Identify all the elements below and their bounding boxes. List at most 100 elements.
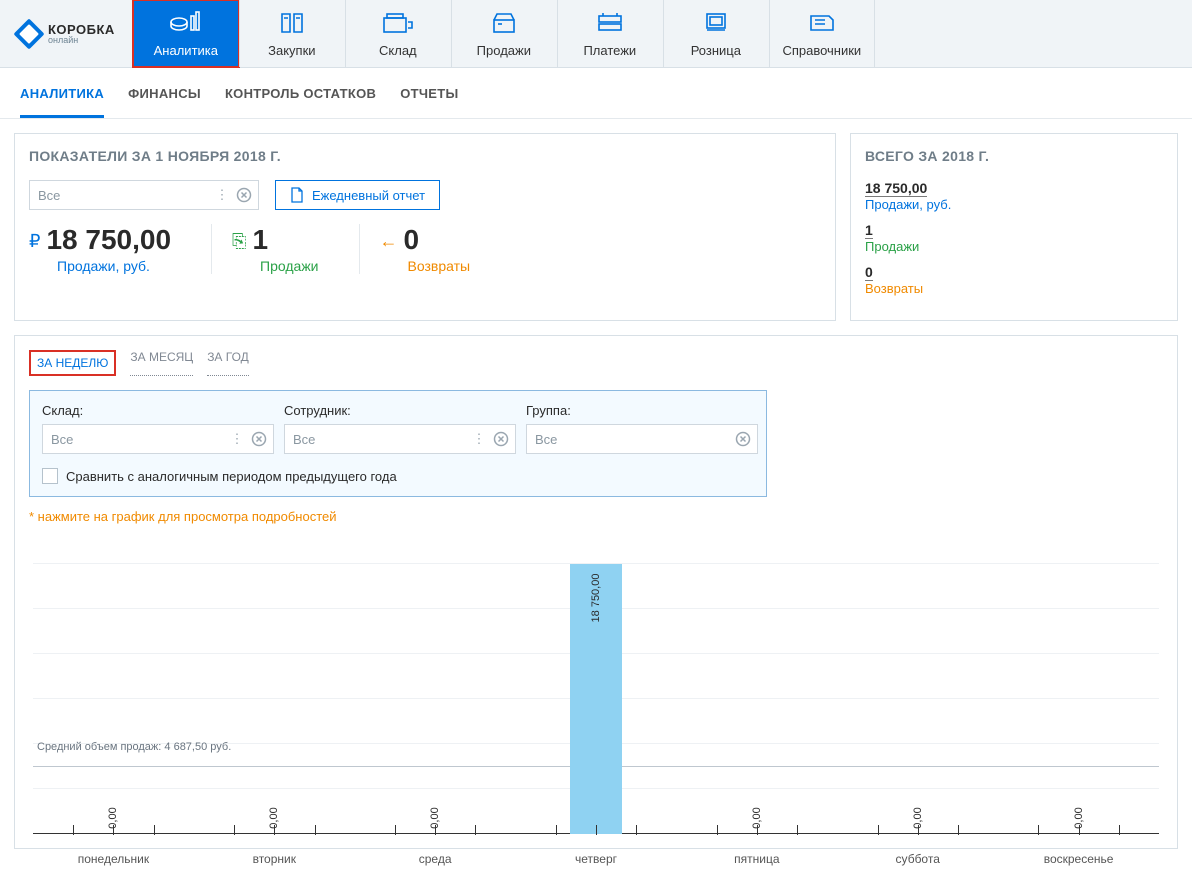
nav-label: Платежи: [583, 43, 636, 58]
x-category: среда: [419, 852, 452, 866]
filter-all-value: Все: [38, 188, 60, 203]
side-metric-value: 18 750,00: [865, 180, 927, 197]
subtab-финансы[interactable]: ФИНАНСЫ: [128, 86, 201, 118]
chart-hint: * нажмите на график для просмотра подроб…: [29, 509, 1163, 524]
nav-item-розница[interactable]: Розница: [663, 0, 769, 67]
nav-label: Розница: [691, 43, 741, 58]
metric-label: Продажи: [260, 258, 318, 274]
nav-label: Склад: [379, 43, 417, 58]
x-category: суббота: [896, 852, 940, 866]
period-tab[interactable]: ЗА ГОД: [207, 350, 249, 376]
nav-label: Закупки: [268, 43, 315, 58]
nav-label: Аналитика: [154, 43, 218, 58]
top-nav: КОРОБКА онлайн Аналитика Закупки Склад Прод…: [0, 0, 1192, 68]
nav-item-продажи[interactable]: Продажи: [451, 0, 557, 67]
x-category: пятница: [734, 852, 779, 866]
side-metric: 18 750,00Продажи, руб.: [865, 180, 1163, 212]
metric: ← 0 Возвраты: [359, 224, 511, 274]
chart[interactable]: Средний объем продаж: 4 687,50 руб.0,00п…: [33, 534, 1159, 834]
clear-icon[interactable]: [236, 187, 252, 203]
metric-value: 0: [404, 224, 420, 255]
filter-block: Склад: Все ⋮ Сотрудник: Все ⋮: [29, 390, 767, 497]
period-tab[interactable]: ЗА МЕСЯЦ: [130, 350, 193, 376]
side-metric: 0Возвраты: [865, 264, 1163, 296]
warehouse-combo[interactable]: Все ⋮: [42, 424, 274, 454]
nav-item-справочники[interactable]: Справочники: [769, 0, 875, 67]
document-icon: [290, 187, 304, 203]
nav-icon: [595, 9, 625, 37]
side-panel-title: ВСЕГО ЗА 2018 Г.: [865, 148, 1163, 164]
nav-item-платежи[interactable]: Платежи: [557, 0, 663, 67]
bar-slot[interactable]: 0,00суббота: [837, 534, 998, 834]
metric-value: 18 750,00: [46, 224, 171, 255]
metric-symbol: ←: [380, 231, 398, 251]
warehouse-value: Все: [51, 432, 73, 447]
logo-name: КОРОБКА: [48, 23, 115, 36]
period-tabs: ЗА НЕДЕЛЮ ЗА МЕСЯЦ ЗА ГОД: [29, 350, 1163, 376]
side-metric-value: 0: [865, 264, 873, 281]
x-category: понедельник: [78, 852, 149, 866]
subtab-аналитика[interactable]: АНАЛИТИКА: [20, 86, 104, 118]
employee-value: Все: [293, 432, 315, 447]
compare-checkbox[interactable]: [42, 468, 58, 484]
bar-slot[interactable]: 0,00понедельник: [33, 534, 194, 834]
bar-slot[interactable]: 18 750,00четверг: [516, 534, 677, 834]
side-metric-label: Возвраты: [865, 281, 1163, 296]
main-panel: ПОКАЗАТЕЛИ ЗА 1 НОЯБРЯ 2018 Г. Все ⋮ Еже…: [14, 133, 836, 321]
side-metric-label: Продажи: [865, 239, 1163, 254]
nav-label: Справочники: [782, 43, 861, 58]
x-category: вторник: [253, 852, 296, 866]
subtab-контроль остатков[interactable]: КОНТРОЛЬ ОСТАТКОВ: [225, 86, 376, 118]
bar-slot[interactable]: 0,00среда: [355, 534, 516, 834]
logo-icon: [13, 18, 44, 49]
clear-icon[interactable]: [493, 431, 509, 447]
metric-value: 1: [252, 224, 268, 255]
filter-all-combo[interactable]: Все ⋮: [29, 180, 259, 210]
nav-icon: [807, 9, 837, 37]
bar-slot[interactable]: 0,00вторник: [194, 534, 355, 834]
side-metric: 1Продажи: [865, 222, 1163, 254]
x-category: воскресенье: [1044, 852, 1114, 866]
employee-label: Сотрудник:: [284, 403, 516, 418]
x-category: четверг: [575, 852, 617, 866]
nav-icon: [169, 9, 203, 37]
side-metric-label: Продажи, руб.: [865, 197, 1163, 212]
more-icon[interactable]: ⋮: [229, 431, 245, 447]
chart-panel: ЗА НЕДЕЛЮ ЗА МЕСЯЦ ЗА ГОД Склад: Все ⋮ Сот…: [14, 335, 1178, 849]
group-label: Группа:: [526, 403, 758, 418]
nav-item-аналитика[interactable]: Аналитика: [133, 0, 239, 67]
metric-symbol: ⎘: [232, 231, 246, 251]
metric-label: Продажи, руб.: [57, 258, 171, 274]
logo-sub: онлайн: [48, 36, 115, 45]
nav-icon: [278, 9, 306, 37]
nav-item-закупки[interactable]: Закупки: [239, 0, 345, 67]
nav-item-склад[interactable]: Склад: [345, 0, 451, 67]
group-value: Все: [535, 432, 557, 447]
main-panel-title: ПОКАЗАТЕЛИ ЗА 1 НОЯБРЯ 2018 Г.: [29, 148, 821, 164]
metric: ⎘ 1 Продажи: [211, 224, 358, 274]
logo[interactable]: КОРОБКА онлайн: [0, 0, 133, 67]
compare-label: Сравнить с аналогичным периодом предыдущ…: [66, 469, 397, 484]
employee-combo[interactable]: Все ⋮: [284, 424, 516, 454]
nav-label: Продажи: [477, 43, 531, 58]
metric: ₽18 750,00 Продажи, руб.: [29, 224, 211, 274]
more-icon[interactable]: ⋮: [214, 187, 230, 203]
daily-report-label: Ежедневный отчет: [312, 188, 425, 203]
period-tab[interactable]: ЗА НЕДЕЛЮ: [29, 350, 116, 376]
warehouse-label: Склад:: [42, 403, 274, 418]
bar-slot[interactable]: 0,00пятница: [676, 534, 837, 834]
metric-label: Возвраты: [408, 258, 471, 274]
clear-icon[interactable]: [251, 431, 267, 447]
bar-slot[interactable]: 0,00воскресенье: [998, 534, 1159, 834]
side-metric-value: 1: [865, 222, 873, 239]
daily-report-button[interactable]: Ежедневный отчет: [275, 180, 440, 210]
metric-symbol: ₽: [29, 231, 40, 251]
nav-icon: [381, 9, 415, 37]
more-icon[interactable]: ⋮: [471, 431, 487, 447]
subtab-отчеты[interactable]: ОТЧЕТЫ: [400, 86, 458, 118]
sub-tabs: АНАЛИТИКА ФИНАНСЫ КОНТРОЛЬ ОСТАТКОВ ОТЧЕТЫ: [0, 68, 1192, 119]
clear-icon[interactable]: [735, 431, 751, 447]
nav-icon: [490, 9, 518, 37]
group-combo[interactable]: Все: [526, 424, 758, 454]
side-panel: ВСЕГО ЗА 2018 Г. 18 750,00Продажи, руб.1…: [850, 133, 1178, 321]
